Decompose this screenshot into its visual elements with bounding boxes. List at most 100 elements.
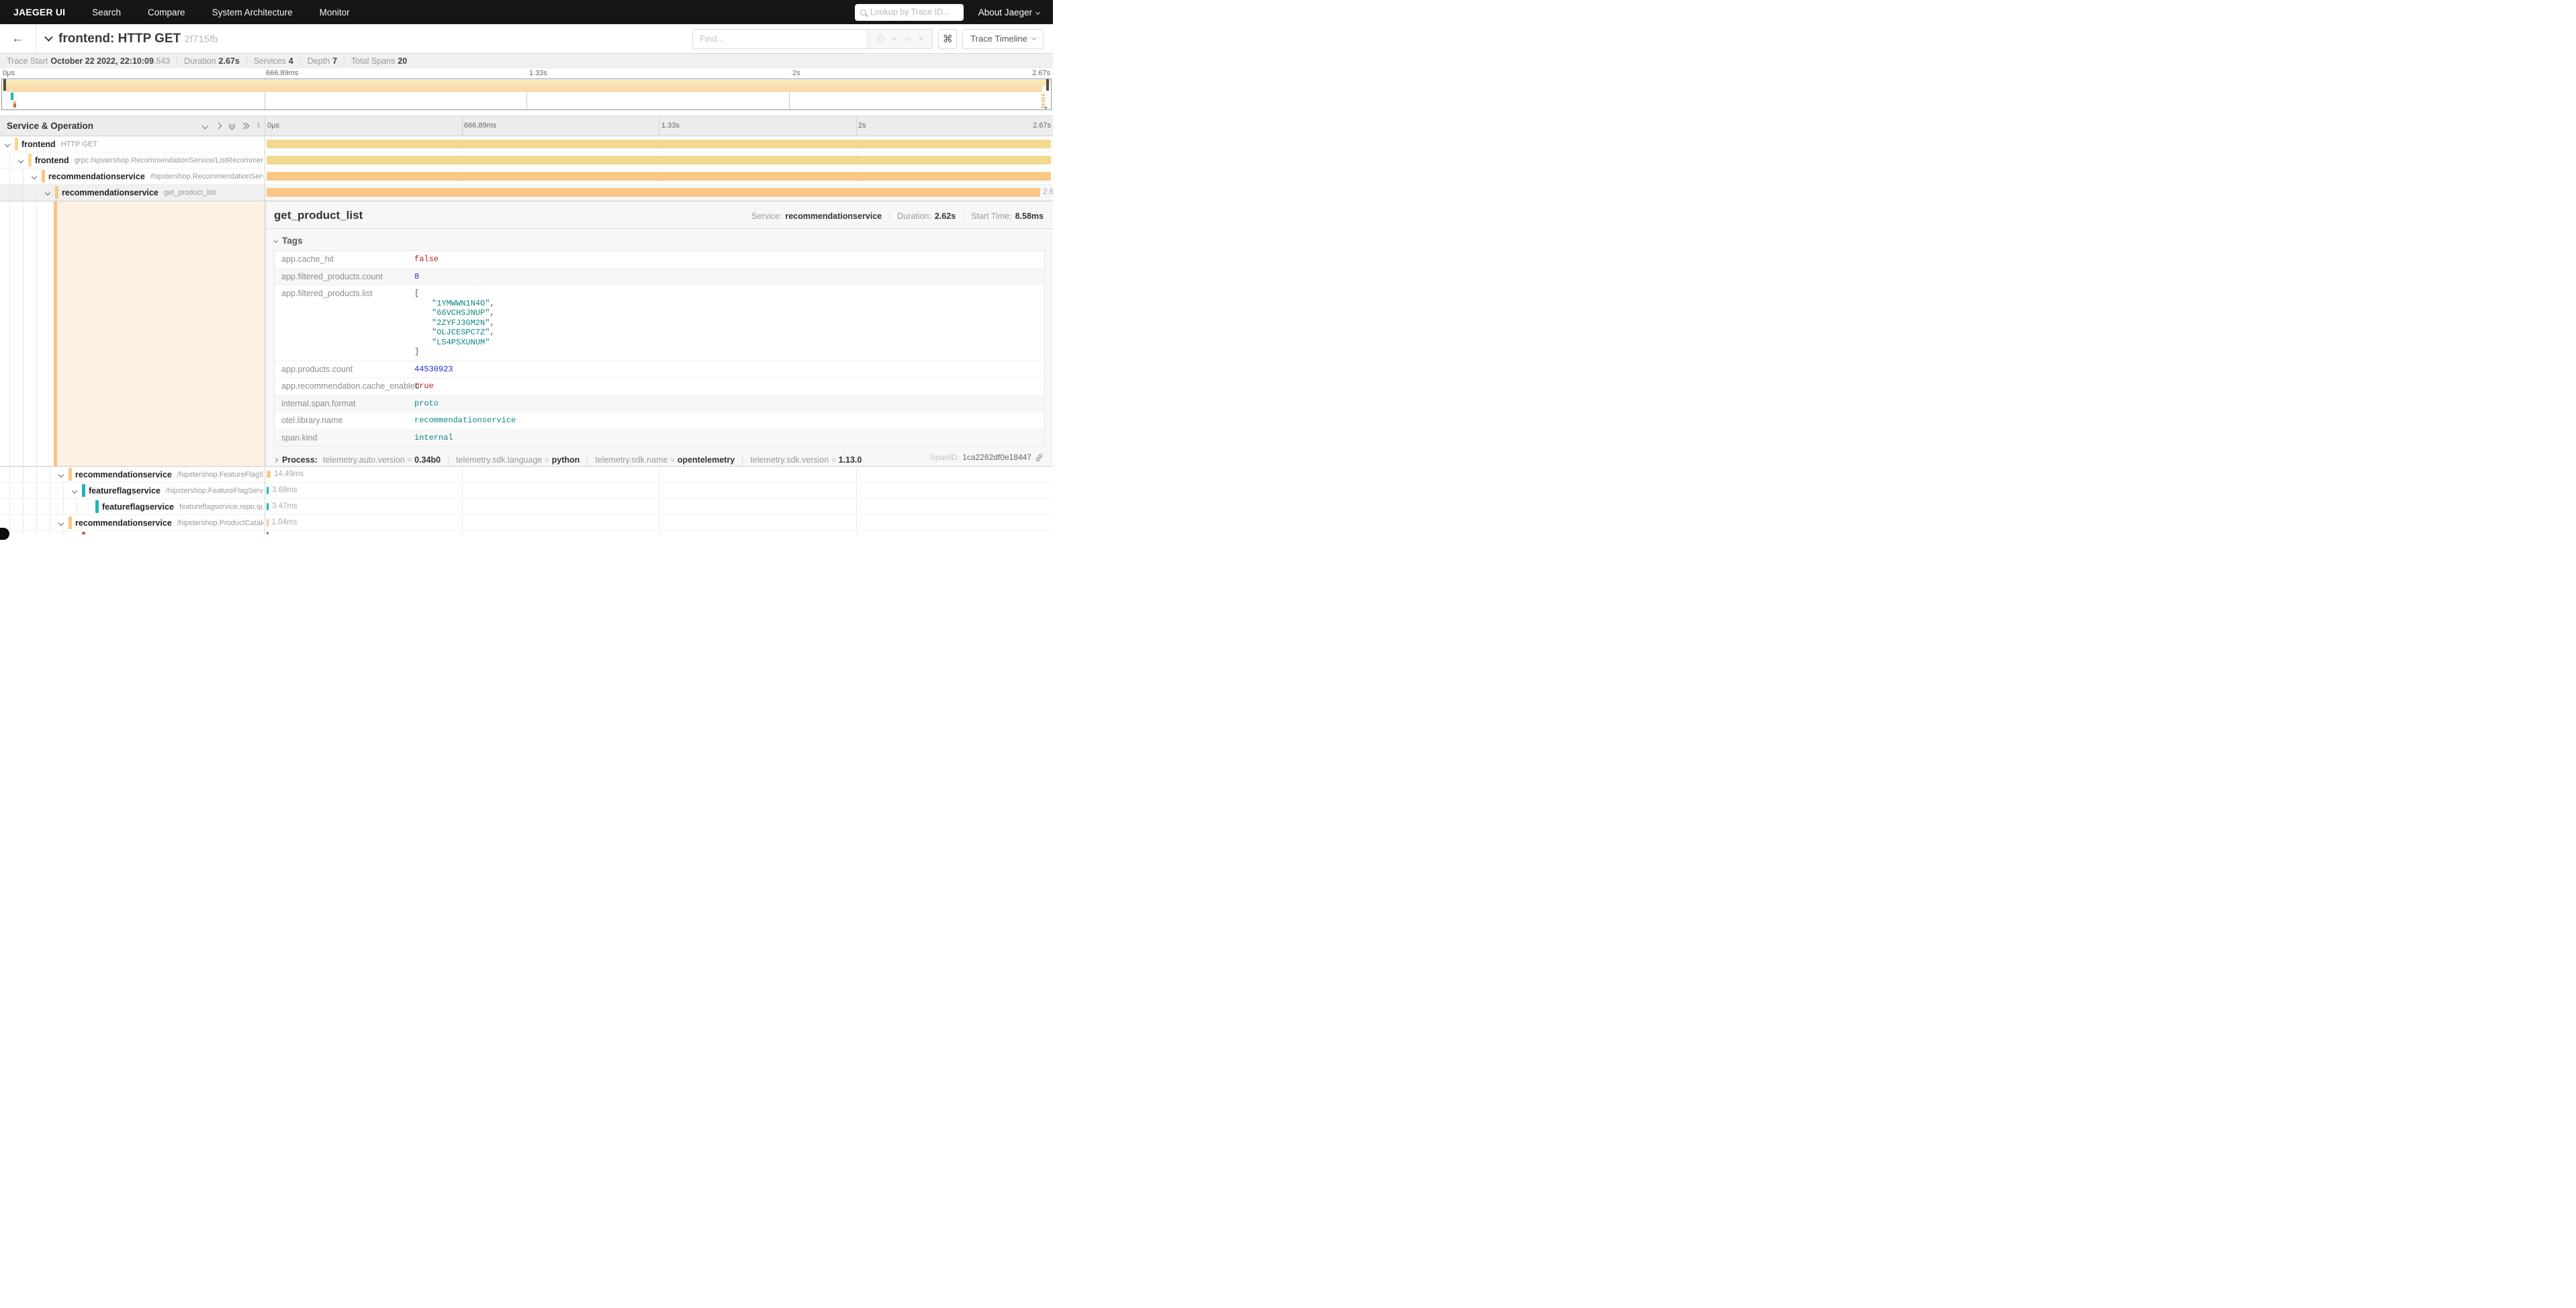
span-rows-bottom: recommendationservice/hipstershop.Featur… bbox=[0, 467, 1053, 534]
expand-one-icon[interactable] bbox=[216, 123, 222, 130]
span-bar[interactable] bbox=[267, 140, 1051, 148]
span-row[interactable]: featureflagservice/hipstershop.FeatureFl… bbox=[0, 483, 1053, 499]
indent-guide bbox=[9, 531, 10, 534]
tag-value-line: ] bbox=[414, 347, 495, 357]
span-collapse-toggle-icon[interactable] bbox=[58, 472, 64, 477]
span-row-name-column[interactable]: recommendationservice/hipstershop.Recomm… bbox=[0, 169, 265, 185]
tags-table: app.cache_hitfalseapp.filtered_products.… bbox=[274, 250, 1045, 447]
span-row-name-column[interactable]: recommendationserviceget_product_list bbox=[0, 185, 265, 201]
span-row[interactable]: recommendationservice/hipstershop.Featur… bbox=[0, 467, 1053, 483]
trace-collapse-chevron-icon[interactable] bbox=[44, 33, 53, 42]
process-accordion-header[interactable]: Process: telemetry.auto.version = 0.34b0… bbox=[274, 455, 1045, 465]
tag-key: app.filtered_products.list bbox=[281, 289, 414, 357]
span-row-partial[interactable] bbox=[0, 531, 1053, 534]
span-row[interactable]: frontendHTTP GET bbox=[0, 136, 1053, 152]
prev-match-icon[interactable] bbox=[892, 37, 897, 42]
tag-value-line: "66VCHSJNUP", bbox=[414, 308, 495, 318]
trace-view-selector[interactable]: Trace Timeline bbox=[962, 29, 1044, 49]
span-bar[interactable] bbox=[267, 471, 271, 478]
span-row-timeline[interactable]: 3.47ms bbox=[265, 499, 1053, 515]
nav-item-search[interactable]: Search bbox=[92, 7, 121, 17]
service-operation-header: Service & Operation bbox=[7, 121, 93, 131]
trace-id-lookup[interactable] bbox=[855, 4, 964, 21]
span-row-name-column[interactable]: frontendHTTP GET bbox=[0, 136, 265, 152]
indent-guide bbox=[36, 185, 37, 200]
span-collapse-toggle-icon[interactable] bbox=[18, 158, 24, 163]
span-duration-label: 3.47ms bbox=[272, 502, 297, 510]
span-row[interactable]: recommendationservice/hipstershop.Recomm… bbox=[0, 169, 1053, 185]
indent-guide bbox=[9, 483, 10, 498]
collapse-all-icon[interactable] bbox=[230, 124, 234, 129]
span-service-name: frontend bbox=[21, 140, 56, 149]
span-bar[interactable] bbox=[267, 188, 1040, 197]
nav-item-system-architecture[interactable]: System Architecture bbox=[212, 7, 293, 17]
indent-guide bbox=[23, 467, 24, 482]
nav-item-compare[interactable]: Compare bbox=[148, 7, 185, 17]
trace-duration: Duration2.67s bbox=[184, 56, 240, 66]
span-collapse-toggle-icon[interactable] bbox=[58, 520, 64, 526]
about-jaeger-menu[interactable]: About Jaeger bbox=[978, 7, 1040, 17]
process-kv-list: telemetry.auto.version = 0.34b0telemetry… bbox=[323, 455, 862, 465]
span-row[interactable]: frontendgrpc.hipstershop.RecommendationS… bbox=[0, 152, 1053, 169]
keyboard-shortcuts-button[interactable]: ⌘ bbox=[938, 29, 957, 49]
collapse-one-icon[interactable] bbox=[202, 123, 209, 130]
span-service-name: featureflagservice bbox=[89, 486, 160, 496]
trace-title: frontend: HTTP GET 2f715fb bbox=[58, 32, 218, 46]
indent-guide bbox=[23, 185, 24, 200]
app-brand[interactable]: JAEGER UI bbox=[13, 7, 65, 17]
next-match-icon[interactable] bbox=[905, 35, 910, 40]
span-collapse-toggle-icon[interactable] bbox=[5, 142, 10, 147]
clear-find-icon[interactable]: × bbox=[918, 34, 923, 43]
span-row-name-column[interactable]: featureflagservice/hipstershop.FeatureFl… bbox=[0, 483, 265, 499]
divider bbox=[742, 455, 743, 465]
nav-item-monitor[interactable]: Monitor bbox=[320, 7, 350, 17]
span-bar[interactable] bbox=[267, 503, 269, 510]
span-collapse-toggle-icon[interactable] bbox=[72, 488, 77, 494]
span-collapse-toggle-icon[interactable] bbox=[32, 174, 37, 179]
tags-accordion-header[interactable]: Tags bbox=[266, 230, 1053, 249]
tag-value-line: "1YMWWN1N4O", bbox=[414, 299, 495, 309]
span-bar[interactable] bbox=[267, 156, 1051, 165]
span-row[interactable]: recommendationserviceget_product_list2.6… bbox=[0, 185, 1053, 201]
span-row-timeline[interactable]: 1.04ms bbox=[265, 515, 1053, 531]
span-row[interactable]: recommendationservice/hipstershop.Produc… bbox=[0, 515, 1053, 531]
span-service-name: recommendationservice bbox=[75, 470, 172, 479]
span-row-name-column[interactable]: frontendgrpc.hipstershop.RecommendationS… bbox=[0, 152, 265, 169]
span-color-bar bbox=[95, 500, 99, 513]
span-detail-title: get_product_list bbox=[274, 209, 363, 222]
expand-all-icon[interactable] bbox=[243, 124, 248, 128]
span-row-timeline[interactable]: 3.68ms bbox=[265, 483, 1053, 499]
tag-row: app.recommendation.cache_enabledtrue bbox=[275, 378, 1044, 395]
span-row-name-column[interactable]: recommendationservice/hipstershop.Produc… bbox=[0, 515, 265, 531]
tag-row: otel.library.namerecommendationservice bbox=[275, 412, 1044, 430]
span-color-bar bbox=[68, 516, 72, 529]
link-icon[interactable] bbox=[1035, 453, 1044, 462]
minimap-span-mark bbox=[11, 93, 13, 100]
span-row-name-column[interactable]: recommendationservice/hipstershop.Featur… bbox=[0, 467, 265, 483]
span-bar[interactable] bbox=[267, 172, 1051, 181]
tag-key: span.kind bbox=[281, 433, 414, 443]
span-row-timeline[interactable] bbox=[265, 136, 1053, 152]
trace-services: Services4 bbox=[254, 56, 293, 66]
span-bar[interactable] bbox=[267, 519, 269, 526]
span-row-timeline[interactable]: 2.62s bbox=[265, 185, 1053, 201]
indent-guide bbox=[9, 515, 10, 530]
focus-match-icon[interactable] bbox=[877, 36, 884, 42]
span-row[interactable]: featureflagservicefeatureflagservice.rep… bbox=[0, 499, 1053, 515]
minimap-left-scrubber[interactable] bbox=[3, 79, 6, 91]
span-row-timeline[interactable]: 14.49ms bbox=[265, 467, 1053, 483]
span-collapse-toggle-icon[interactable] bbox=[45, 190, 50, 195]
span-row-timeline[interactable] bbox=[265, 169, 1053, 185]
find-input[interactable] bbox=[693, 30, 867, 48]
column-resize-grip[interactable]: ‖ bbox=[257, 122, 261, 130]
minimap-canvas[interactable] bbox=[1, 79, 1052, 110]
span-row-timeline[interactable] bbox=[265, 152, 1053, 169]
back-button[interactable]: ← bbox=[0, 24, 36, 53]
tag-key: otel.library.name bbox=[281, 416, 414, 426]
trace-id-lookup-input[interactable] bbox=[870, 7, 958, 17]
minimap-right-scrubber[interactable] bbox=[1046, 79, 1049, 91]
span-operation-name: featureflagservice.repo.query:fe... bbox=[179, 503, 263, 511]
span-color-bar bbox=[15, 138, 18, 150]
span-bar[interactable] bbox=[267, 487, 269, 494]
span-row-name-column[interactable]: featureflagservicefeatureflagservice.rep… bbox=[0, 499, 265, 515]
